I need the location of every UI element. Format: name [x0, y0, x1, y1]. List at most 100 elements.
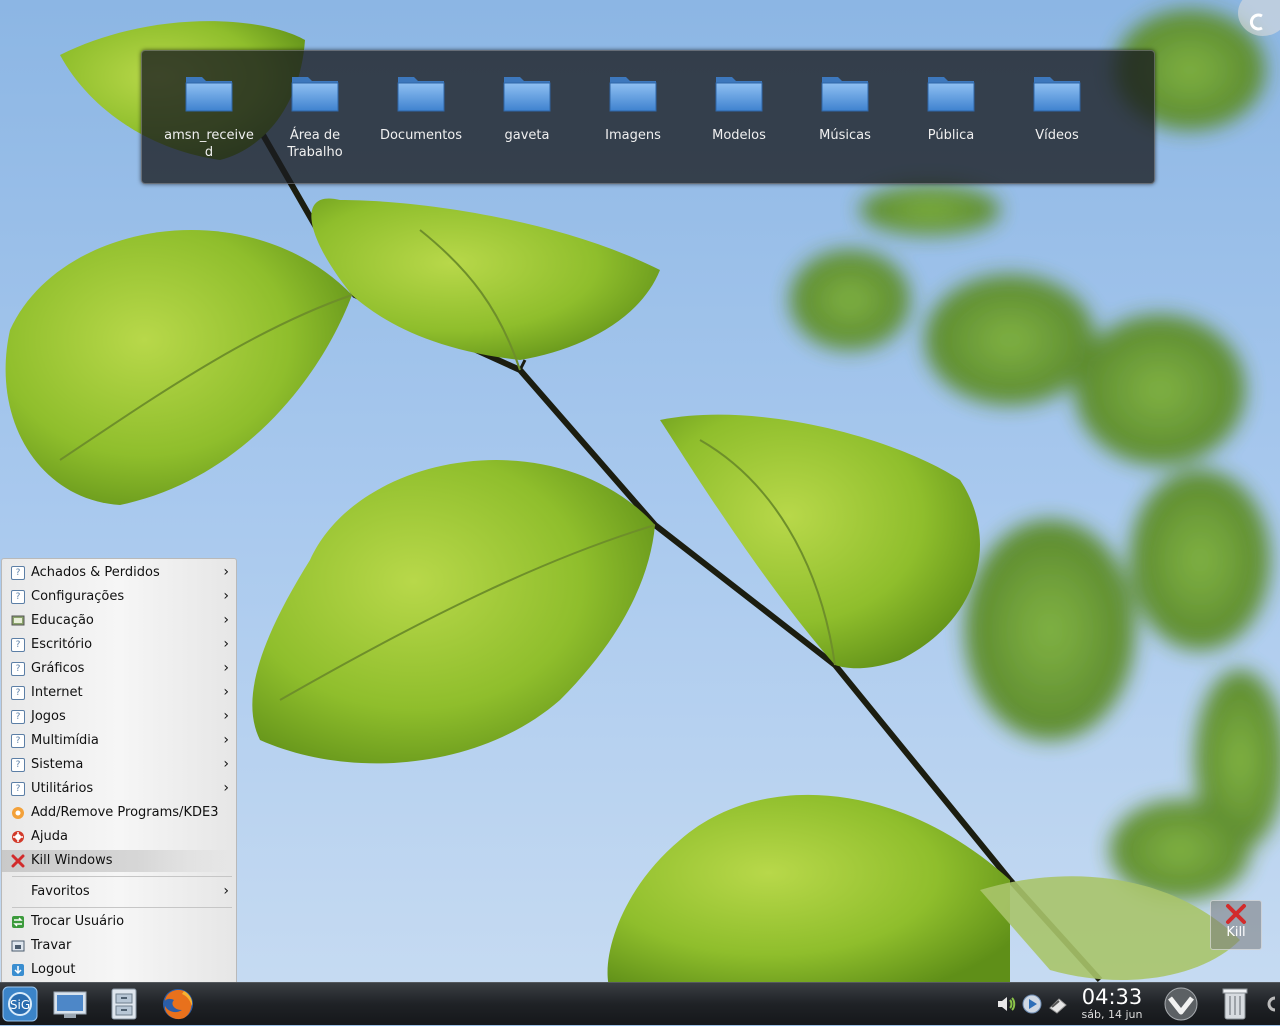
- menu-separator: [12, 907, 232, 908]
- menu-item-multim-dia[interactable]: ? Multimídia ›: [2, 730, 236, 752]
- trash-button[interactable]: [1220, 986, 1250, 1022]
- chevron-right-icon: ›: [223, 780, 229, 796]
- menu-item-trocar-usu-rio[interactable]: Trocar Usuário: [2, 911, 236, 933]
- menu-item-label: Trocar Usuário: [31, 914, 125, 929]
- menu-item-label: Configurações: [31, 589, 125, 604]
- unknown-icon: ?: [11, 662, 25, 676]
- menu-item-label: Logout: [31, 962, 76, 977]
- education-icon: [11, 615, 25, 626]
- desktop-folder[interactable]: Pública: [906, 71, 996, 144]
- chevron-right-icon: ›: [223, 756, 229, 772]
- toolbox-icon: [1249, 13, 1263, 31]
- media-player-icon[interactable]: [1021, 993, 1043, 1015]
- kill-applet[interactable]: Kill: [1210, 900, 1262, 950]
- folder-icon: [503, 77, 551, 112]
- folder-icon: [185, 77, 233, 112]
- menu-item-favoritos[interactable]: Favoritos ›: [2, 881, 236, 903]
- chevron-right-icon: ›: [223, 564, 229, 580]
- menu-item-label: Favoritos: [31, 884, 90, 899]
- desktop-folder[interactable]: Músicas: [800, 71, 890, 144]
- chevron-right-icon: ›: [223, 684, 229, 700]
- menu-item-add-remove-programs-kde3[interactable]: Add/Remove Programs/KDE3: [2, 802, 236, 824]
- menu-item-travar[interactable]: Travar: [2, 935, 236, 957]
- application-menu: ? Achados & Perdidos ›? Configurações › Educa…: [1, 558, 237, 984]
- menu-item-logout[interactable]: Logout: [2, 959, 236, 981]
- kill-icon: [11, 854, 25, 868]
- network-icon[interactable]: [1047, 993, 1069, 1015]
- menu-item-label: Ajuda: [31, 829, 68, 844]
- unknown-icon: ?: [11, 566, 25, 580]
- menu-item-sistema[interactable]: ? Sistema ›: [2, 754, 236, 776]
- desktop-folder[interactable]: Vídeos: [1012, 71, 1102, 144]
- menu-item-label: Gráficos: [31, 661, 85, 676]
- desktop-folder[interactable]: Modelos: [694, 71, 784, 144]
- desktop-folder[interactable]: Documentos: [376, 71, 466, 144]
- desktop-folder[interactable]: Área de Trabalho: [270, 71, 360, 161]
- folder-label: Imagens: [605, 128, 661, 143]
- menu-item-ajuda[interactable]: Ajuda: [2, 826, 236, 848]
- folder-icon: [715, 77, 763, 112]
- show-desktop-icon: [53, 991, 87, 1018]
- chevron-right-icon: ›: [223, 636, 229, 652]
- menu-item-label: Jogos: [31, 709, 66, 724]
- help-lifebuoy-icon: [12, 831, 24, 843]
- chevron-right-icon: ›: [223, 612, 229, 628]
- task-manager-button[interactable]: [1161, 986, 1201, 1022]
- chevron-right-icon: ›: [223, 708, 229, 724]
- menu-item-label: Internet: [31, 685, 83, 700]
- menu-item-label: Kill Windows: [31, 853, 113, 868]
- folder-view-widget: amsn_received Área de Trabalho Documentos g…: [141, 50, 1155, 184]
- menu-item-label: Educação: [31, 613, 94, 628]
- trash-icon: [1222, 988, 1248, 1020]
- chevron-down-icon: [1164, 987, 1198, 1021]
- application-menu-button[interactable]: SiG: [2, 986, 38, 1022]
- firefox-icon: [163, 989, 193, 1020]
- unknown-icon: ?: [11, 782, 25, 796]
- file-manager-button[interactable]: [106, 986, 142, 1022]
- show-desktop-button[interactable]: [52, 986, 88, 1022]
- volume-icon[interactable]: [995, 993, 1017, 1015]
- menu-item-internet[interactable]: ? Internet ›: [2, 682, 236, 704]
- menu-item-label: Travar: [31, 938, 72, 953]
- unknown-icon: ?: [11, 758, 25, 772]
- folder-label: gaveta: [504, 128, 550, 143]
- menu-item-utilit-rios[interactable]: ? Utilitários ›: [2, 778, 236, 800]
- application-menu-icon: SiG: [2, 986, 38, 1022]
- clock-date: sáb, 14 jun: [1081, 1008, 1143, 1021]
- desktop-folder[interactable]: amsn_received: [164, 71, 254, 161]
- menu-item-label: Sistema: [31, 757, 84, 772]
- unknown-icon: ?: [11, 686, 25, 700]
- kill-applet-label: Kill: [1226, 925, 1246, 940]
- desktop-folder[interactable]: Imagens: [588, 71, 678, 144]
- menu-item-educa-o[interactable]: Educação ›: [2, 610, 236, 632]
- menu-item-escrit-rio[interactable]: ? Escritório ›: [2, 634, 236, 656]
- menu-item-achados-perdidos[interactable]: ? Achados & Perdidos ›: [2, 562, 236, 584]
- folder-icon: [1033, 77, 1081, 112]
- unknown-icon: ?: [11, 638, 25, 652]
- menu-item-configura-es[interactable]: ? Configurações ›: [2, 586, 236, 608]
- firefox-button[interactable]: [160, 986, 196, 1022]
- file-manager-icon: [111, 988, 137, 1020]
- menu-item-kill-windows[interactable]: Kill Windows: [2, 850, 236, 872]
- unknown-icon: ?: [11, 710, 25, 724]
- panel-toolbox-button[interactable]: [1262, 995, 1280, 1013]
- folder-icon: [821, 77, 869, 112]
- menu-item-label: Multimídia: [31, 733, 99, 748]
- folder-icon: [397, 77, 445, 112]
- menu-item-jogos[interactable]: ? Jogos ›: [2, 706, 236, 728]
- menu-item-gr-ficos[interactable]: ? Gráficos ›: [2, 658, 236, 680]
- clock-time[interactable]: 04:33: [1078, 985, 1146, 1009]
- chevron-right-icon: ›: [223, 883, 229, 899]
- folder-label: Área de Trabalho: [287, 128, 343, 160]
- folder-label: Documentos: [379, 128, 463, 143]
- svg-text:SiG: SiG: [10, 998, 30, 1012]
- folder-icon: [927, 77, 975, 112]
- logout-icon: [12, 964, 24, 976]
- chevron-right-icon: ›: [223, 588, 229, 604]
- desktop-folder[interactable]: gaveta: [482, 71, 572, 144]
- menu-item-label: Escritório: [31, 637, 93, 652]
- toolbox-icon: [1267, 996, 1276, 1012]
- folder-label: Modelos: [712, 128, 766, 143]
- folder-icon: [609, 77, 657, 112]
- kill-icon: [1226, 904, 1246, 924]
